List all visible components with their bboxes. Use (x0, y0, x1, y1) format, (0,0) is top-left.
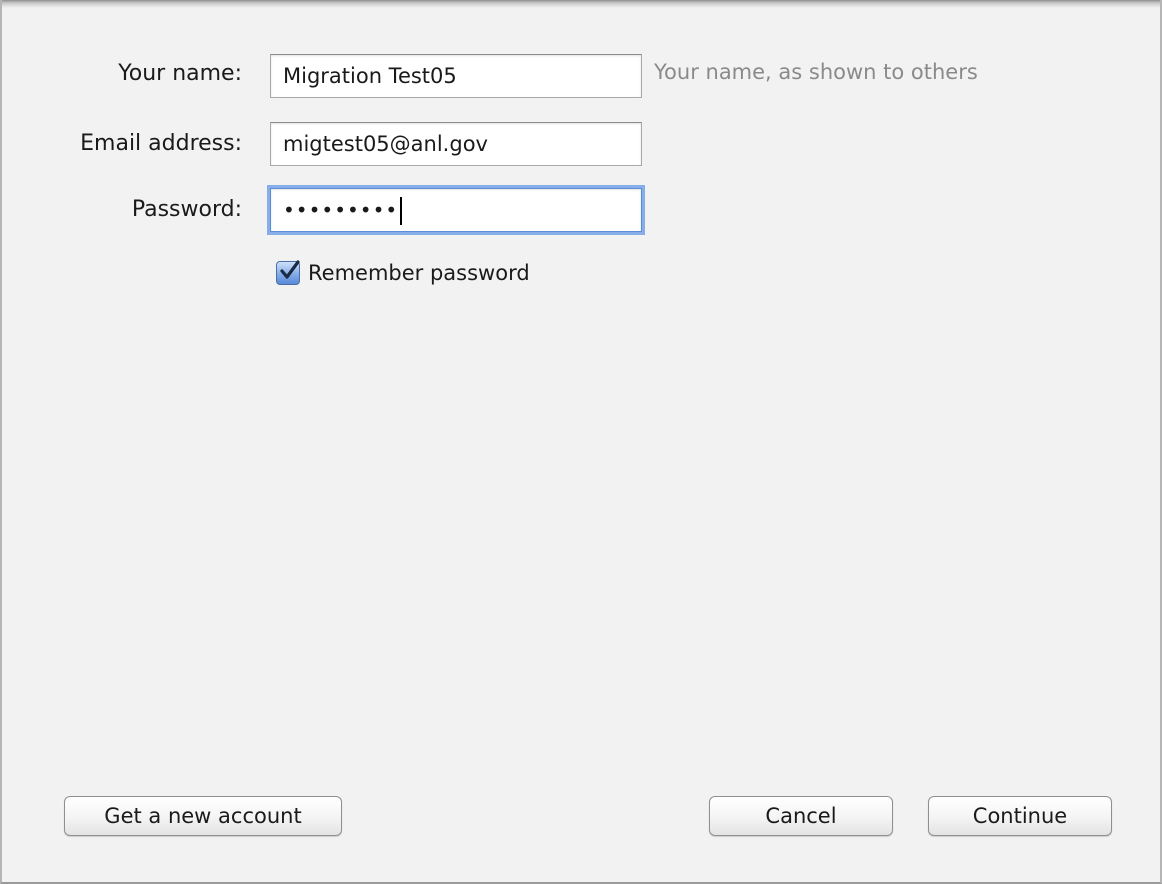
password-field[interactable]: ••••••••• (270, 188, 642, 232)
email-field[interactable]: migtest05@anl.gov (270, 122, 642, 166)
name-field-value: Migration Test05 (283, 64, 457, 88)
email-field-value: migtest05@anl.gov (283, 132, 488, 156)
email-label: Email address: (80, 131, 242, 156)
name-field[interactable]: Migration Test05 (270, 54, 642, 98)
account-setup-dialog: Your name: Migration Test05 Your name, a… (0, 0, 1162, 884)
remember-password-option[interactable]: Remember password (276, 258, 530, 288)
password-mask: ••••••••• (283, 198, 399, 222)
checkmark-icon (280, 260, 300, 279)
continue-button[interactable]: Continue (928, 796, 1112, 836)
text-caret (400, 197, 403, 225)
remember-password-checkbox[interactable] (276, 260, 300, 285)
name-label: Your name: (118, 61, 242, 86)
title-bar-shadow (2, 0, 1160, 8)
name-hint: Your name, as shown to others (654, 60, 978, 84)
remember-password-label: Remember password (308, 261, 530, 285)
password-label: Password: (131, 197, 242, 222)
cancel-button[interactable]: Cancel (709, 796, 893, 836)
get-new-account-button[interactable]: Get a new account (64, 796, 342, 836)
